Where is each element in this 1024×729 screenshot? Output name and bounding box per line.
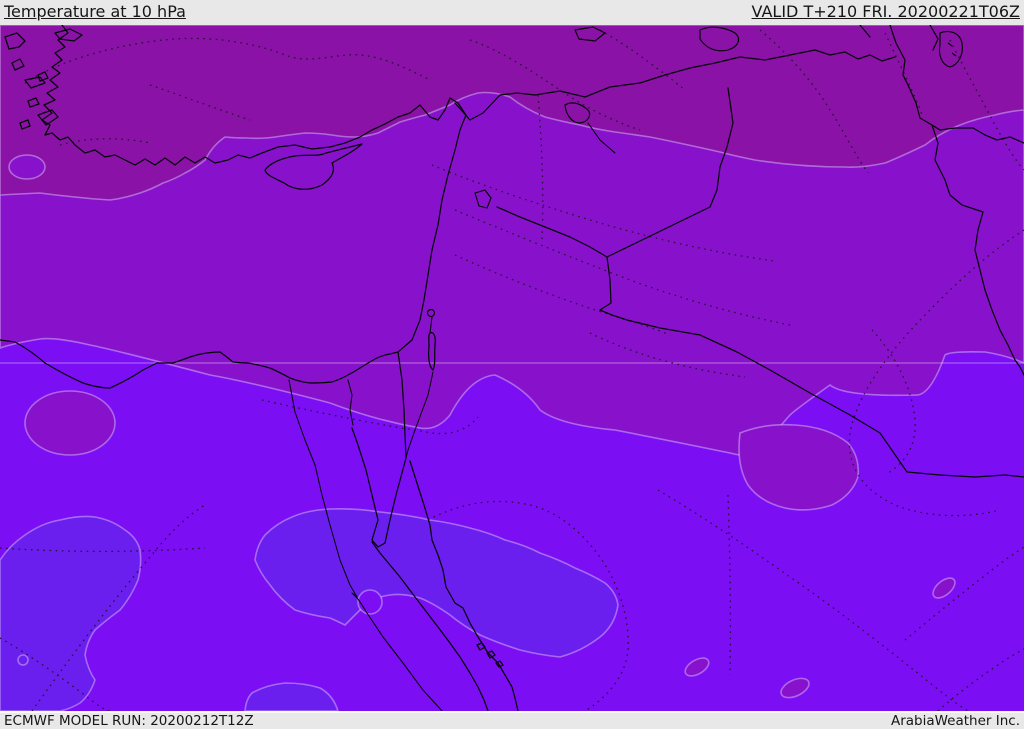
attribution-label: ArabiaWeather Inc. [890,713,1020,729]
map-canvas [0,25,1024,711]
footer-bar: ECMWF MODEL RUN: 20200212T12Z ArabiaWeat… [0,711,1024,729]
weather-map-svg [0,25,1024,711]
model-run-label: ECMWF MODEL RUN: 20200212T12Z [4,713,254,729]
header-bar: Temperature at 10 hPa VALID T+210 FRI. 2… [0,0,1024,25]
temperature-band-layer [0,25,1024,711]
map-title: Temperature at 10 hPa [4,2,186,21]
weather-map-product: Temperature at 10 hPa VALID T+210 FRI. 2… [0,0,1024,729]
valid-time-label: VALID T+210 FRI. 20200221T06Z [751,2,1020,21]
